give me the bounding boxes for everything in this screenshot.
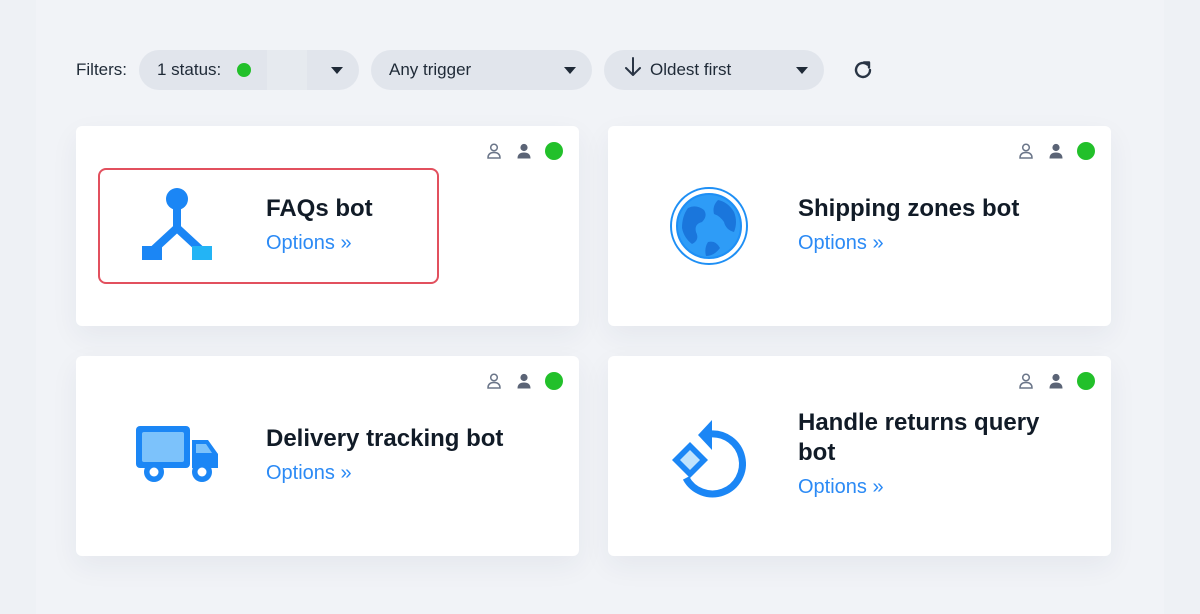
options-link[interactable]: Options » [266,232,352,255]
card-status-group [1017,372,1095,390]
sort-dropdown[interactable]: Oldest first [604,50,824,90]
bot-card[interactable]: FAQs bot Options » [76,126,579,326]
options-link[interactable]: Options » [798,232,884,255]
bot-title: Handle returns query bot [798,409,1040,466]
card-text: Shipping zones bot Options » [798,194,1078,255]
user-filled-icon [1049,373,1063,389]
bot-card[interactable]: Handle returns query bot Options » [608,356,1111,556]
bot-card[interactable]: Delivery tracking bot Options » [76,356,579,556]
card-text: Delivery tracking bot Options » [266,424,546,485]
active-status-dot [545,142,563,160]
options-link[interactable]: Options » [798,476,884,499]
user-outline-icon [1019,143,1033,159]
trigger-filter-dropdown[interactable]: Any trigger [371,50,592,90]
user-outline-icon [487,143,501,159]
user-filled-icon [1049,143,1063,159]
bot-title: Shipping zones bot [798,195,1020,222]
chevron-down-icon [564,66,576,74]
truck-icon [132,416,222,496]
active-status-dot [1077,372,1095,390]
arrow-down-icon [624,56,642,84]
active-status-dot [545,372,563,390]
user-outline-icon [487,373,501,389]
active-status-dot [1077,142,1095,160]
filters-label: Filters: [76,60,127,79]
globe-icon [664,186,754,266]
refresh-button[interactable] [848,55,878,85]
bot-title: FAQs bot [266,195,373,222]
card-text: Handle returns query bot Options » [798,408,1078,499]
user-filled-icon [517,143,531,159]
status-filter-dropdown[interactable]: 1 status: [139,50,359,90]
return-icon [664,416,754,498]
card-status-group [485,142,563,160]
sort-label: Oldest first [650,60,732,79]
trigger-filter-label: Any trigger [389,60,472,79]
card-text: FAQs bot Options » [266,194,546,255]
filter-bar: Filters: 1 status: Any trigger Oldest fi… [76,50,878,90]
chevron-down-icon [331,66,343,74]
chevron-down-icon [796,66,808,74]
options-link[interactable]: Options » [266,462,352,485]
refresh-icon [854,61,872,79]
status-filter-label: 1 status: [157,60,222,79]
bot-card[interactable]: Shipping zones bot Options » [608,126,1111,326]
status-overflow-fade [267,50,308,90]
card-status-group [485,372,563,390]
branch-icon [132,186,222,266]
user-filled-icon [517,373,531,389]
bot-title: Delivery tracking bot [266,425,504,452]
card-status-group [1017,142,1095,160]
user-outline-icon [1019,373,1033,389]
status-active-dot [237,63,252,77]
